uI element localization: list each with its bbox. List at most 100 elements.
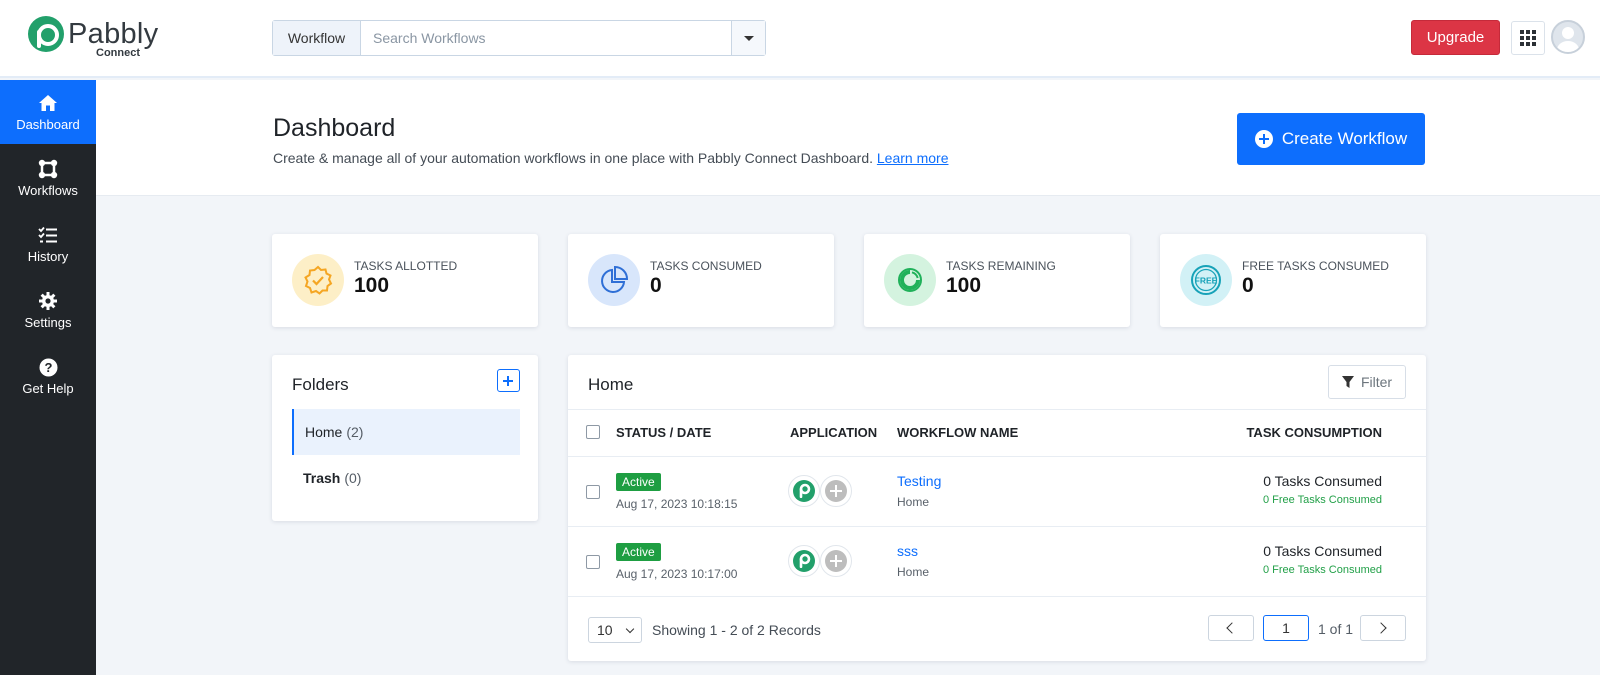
learn-more-link[interactable]: Learn more — [877, 150, 949, 166]
search-type-label: Workflow — [273, 21, 361, 55]
sidebar-item-settings[interactable]: Settings — [0, 278, 96, 342]
folder-count: (2) — [346, 424, 364, 440]
apps-grid-button[interactable] — [1511, 21, 1545, 55]
tasks-consumed: 0 Tasks Consumed — [1263, 473, 1382, 489]
free-badge-icon: FREE — [1180, 254, 1232, 306]
divider — [568, 456, 1426, 457]
create-workflow-button[interactable]: Create Workflow — [1237, 113, 1425, 165]
divider — [568, 526, 1426, 527]
add-folder-button[interactable] — [497, 369, 520, 392]
folder-item-trash[interactable]: Trash (0) — [292, 455, 520, 501]
history-list-icon — [38, 224, 58, 246]
table-title: Home — [588, 375, 634, 394]
next-page-button[interactable] — [1360, 615, 1406, 641]
svg-text:?: ? — [44, 360, 52, 375]
sidebar-item-history[interactable]: History — [0, 212, 96, 276]
row-date: Aug 17, 2023 10:17:00 — [616, 567, 738, 581]
workflow-name-link[interactable]: Testing — [897, 473, 941, 489]
user-avatar[interactable] — [1551, 20, 1585, 54]
stat-value: 0 — [1242, 274, 1254, 297]
search-dropdown-toggle[interactable] — [731, 21, 765, 55]
page-number-input[interactable] — [1263, 615, 1309, 641]
stat-value: 100 — [354, 274, 390, 297]
home-icon — [38, 92, 58, 114]
plus-circle-icon — [1254, 130, 1273, 148]
select-all-checkbox[interactable] — [586, 425, 600, 439]
filter-icon — [1341, 376, 1354, 388]
page-subtitle: Create & manage all of your automation w… — [273, 150, 948, 166]
column-header-application[interactable]: APPLICATION — [790, 425, 877, 440]
caret-down-icon — [743, 35, 754, 41]
top-bar: Pabbly Connect Workflow Upgrade — [0, 0, 1600, 78]
help-circle-icon: ? — [39, 356, 58, 378]
column-header-workflow-name[interactable]: WORKFLOW NAME — [897, 425, 1018, 440]
workflows-table-panel: Home Filter STATUS / DATE APPLICATION WO… — [568, 355, 1426, 661]
filter-label: Filter — [1360, 374, 1393, 390]
sidebar-item-label: Dashboard — [16, 117, 80, 132]
gear-icon — [39, 290, 57, 312]
sidebar-item-workflows[interactable]: Workflows — [0, 146, 96, 210]
free-tasks-consumed: 0 Free Tasks Consumed — [1262, 494, 1382, 506]
chevron-down-icon — [625, 624, 635, 634]
pabbly-app-icon — [788, 475, 820, 507]
stat-card-tasks-consumed: Tasks Consumed 0 — [568, 234, 834, 327]
stat-card-tasks-allotted: Tasks Allotted 100 — [272, 234, 538, 327]
workflows-icon — [37, 158, 59, 180]
upgrade-button[interactable]: Upgrade — [1411, 20, 1500, 55]
stat-value: 0 — [650, 274, 662, 297]
stat-card-free-tasks-consumed: FREE Free Tasks Consumed 0 — [1160, 234, 1426, 327]
page-title: Dashboard — [273, 114, 396, 142]
folder-name: Home — [305, 424, 343, 440]
row-date: Aug 17, 2023 10:18:15 — [616, 497, 738, 511]
status-badge: Active — [616, 543, 661, 561]
sidebar-item-label: History — [27, 249, 69, 264]
folder-name: Trash — [303, 470, 341, 486]
pabbly-app-icon — [788, 545, 820, 577]
row-checkbox[interactable] — [586, 555, 600, 569]
pabbly-connect-logo[interactable]: Pabbly Connect — [28, 16, 168, 62]
stat-card-tasks-remaining: Tasks Remaining 100 — [864, 234, 1130, 327]
row-checkbox[interactable] — [586, 485, 600, 499]
free-tasks-consumed: 0 Free Tasks Consumed — [1262, 564, 1382, 576]
stat-label: Tasks Allotted — [354, 259, 458, 273]
folders-panel: Folders Home (2) Trash (0) — [272, 355, 538, 521]
workflow-folder: Home — [897, 565, 930, 579]
page-subtitle-text: Create & manage all of your automation w… — [273, 150, 873, 166]
sidebar-item-label: Get Help — [22, 381, 74, 396]
workflow-search: Workflow — [272, 20, 766, 56]
tasks-consumed: 0 Tasks Consumed — [1263, 543, 1382, 559]
sidebar-item-get-help[interactable]: ? Get Help — [0, 344, 96, 408]
stat-label: Free Tasks Consumed — [1242, 259, 1389, 273]
pabbly-logo-icon — [28, 16, 64, 52]
search-input[interactable] — [361, 21, 731, 55]
folder-item-home[interactable]: Home (2) — [292, 409, 520, 455]
divider — [568, 596, 1426, 597]
page-size-value: 10 — [597, 622, 613, 638]
stat-label: Tasks Consumed — [650, 259, 762, 273]
column-header-status-date[interactable]: STATUS / DATE — [616, 425, 711, 440]
status-badge: Active — [616, 473, 661, 491]
workflow-name-link[interactable]: sss — [897, 543, 918, 559]
stat-label: Tasks Remaining — [946, 259, 1056, 273]
sidebar-item-dashboard[interactable]: Dashboard — [0, 80, 96, 144]
add-app-icon — [820, 475, 852, 507]
stat-value: 100 — [946, 274, 982, 297]
divider — [568, 409, 1426, 410]
apps-grid-icon — [1520, 30, 1536, 46]
page-count: 1 of 1 — [1318, 621, 1354, 637]
filter-button[interactable]: Filter — [1328, 365, 1406, 399]
column-header-task-consumption[interactable]: TASK CONSUMPTION — [1246, 425, 1382, 440]
chevron-right-icon — [1375, 622, 1387, 634]
svg-text:FREE: FREE — [1195, 276, 1218, 286]
sidebar: Dashboard Workflows History Settings ? G… — [0, 80, 96, 675]
chevron-left-icon — [1226, 622, 1238, 634]
folder-count: (0) — [344, 470, 362, 486]
brand-product: Connect — [96, 47, 140, 59]
badge-check-icon — [292, 254, 344, 306]
folders-title: Folders — [292, 375, 349, 394]
sidebar-item-label: Workflows — [18, 183, 78, 198]
create-workflow-label: Create Workflow — [1281, 129, 1408, 148]
page-size-select[interactable]: 10 — [588, 617, 642, 643]
previous-page-button[interactable] — [1208, 615, 1254, 641]
add-app-icon — [820, 545, 852, 577]
